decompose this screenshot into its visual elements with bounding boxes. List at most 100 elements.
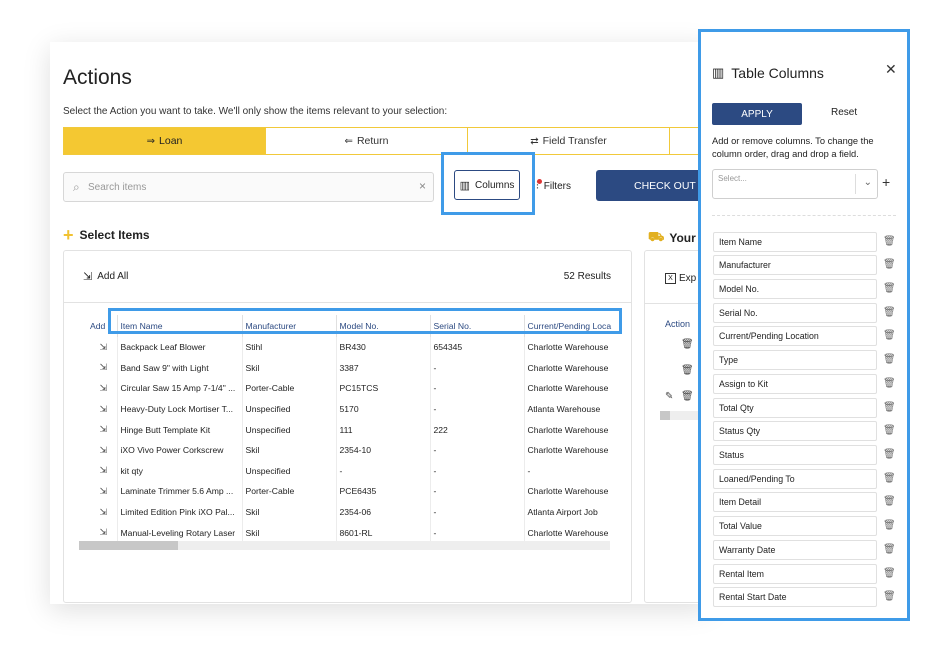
table-row: ⇲ Laminate Trimmer 5.6 Amp ... Porter-Ca…	[87, 481, 612, 502]
add-item-icon[interactable]: ⇲	[87, 357, 118, 379]
trash-icon[interactable]: 🗑	[883, 591, 896, 602]
column-field[interactable]: Warranty Date	[713, 540, 877, 560]
cell-model-no: 3387	[336, 357, 431, 379]
column-field[interactable]: Current/Pending Location	[713, 326, 877, 346]
filters-button[interactable]: ⫶ Filters	[536, 176, 571, 196]
filters-label: Filters	[543, 180, 571, 192]
stage: Actions Select the Action you want to ta…	[0, 0, 948, 662]
cell-model-no: 111	[336, 419, 431, 440]
select-items-label: Select Items	[79, 228, 150, 242]
column-field[interactable]: Status Qty	[713, 421, 877, 441]
columns-icon: ▥	[712, 65, 725, 80]
checkout-button[interactable]: CHECK OUT	[596, 170, 710, 201]
add-all-button[interactable]: ⇲ Add All	[83, 270, 128, 283]
cell-manufacturer: Stihl	[242, 337, 337, 358]
cell-serial-no: -	[430, 378, 525, 399]
select-placeholder: Select...	[718, 174, 747, 183]
export-button[interactable]: X Exp	[665, 273, 696, 284]
column-field[interactable]: Status	[713, 445, 877, 465]
add-item-icon[interactable]: ⇲	[87, 337, 118, 358]
page-subtitle: Select the Action you want to take. We'l…	[63, 106, 448, 117]
column-field[interactable]: Total Value	[713, 516, 877, 536]
add-item-icon[interactable]: ⇲	[87, 378, 118, 399]
add-item-icon[interactable]: ⇲	[87, 460, 118, 482]
edit-icon[interactable]: ✎	[665, 391, 673, 402]
clear-icon[interactable]: ×	[419, 179, 426, 193]
cell-serial-no: -	[430, 357, 525, 379]
column-field[interactable]: Assign to Kit	[713, 374, 877, 394]
add-item-icon[interactable]: ⇲	[87, 481, 118, 502]
table-row: ⇲ Hinge Butt Template Kit Unspecified 11…	[87, 419, 612, 440]
tab-label: Return	[356, 135, 389, 147]
trash-icon[interactable]: 🗑	[883, 496, 896, 507]
cell-serial-no: -	[430, 501, 525, 523]
trash-icon[interactable]: 🗑	[883, 236, 896, 247]
cart-icon: ⛟	[648, 229, 665, 244]
horizontal-scrollbar[interactable]	[79, 541, 610, 550]
trash-icon[interactable]: 🗑	[883, 307, 896, 318]
scrollbar-thumb[interactable]	[79, 541, 178, 550]
columns-highlight	[441, 152, 535, 215]
column-field[interactable]: Rental Start Date	[713, 587, 877, 607]
search-input[interactable]	[88, 178, 408, 196]
select-items-title: + Select Items	[63, 226, 150, 244]
cell-model-no: PCE6435	[336, 481, 431, 502]
close-icon[interactable]: ✕	[885, 61, 897, 78]
trash-icon[interactable]: 🗑	[883, 425, 896, 436]
column-field[interactable]: Model No.	[713, 279, 877, 299]
add-column-icon[interactable]: +	[882, 174, 890, 190]
add-item-icon[interactable]: ⇲	[87, 439, 118, 461]
cell-model-no: BR430	[336, 337, 431, 358]
add-item-icon[interactable]: ⇲	[87, 419, 118, 440]
column-field[interactable]: Type	[713, 350, 877, 370]
cell-manufacturer: Unspecified	[242, 398, 337, 420]
column-field[interactable]: Manufacturer	[713, 255, 877, 275]
trash-icon[interactable]: 🗑	[681, 365, 694, 376]
scrollbar-thumb[interactable]	[660, 411, 670, 420]
column-field[interactable]: Item Detail	[713, 492, 877, 512]
cell-model-no: 2354-06	[336, 501, 431, 523]
trash-icon[interactable]: 🗑	[883, 568, 896, 579]
trash-icon[interactable]: 🗑	[883, 259, 896, 270]
column-field[interactable]: Loaned/Pending To	[713, 469, 877, 489]
tab-loan[interactable]: ⇒ Loan	[64, 128, 266, 154]
column-field[interactable]: Total Qty	[713, 398, 877, 418]
trash-icon[interactable]: 🗑	[883, 402, 896, 413]
table-columns-panel: ▥ Table Columns ✕ APPLY Reset Add or rem…	[706, 55, 902, 615]
column-select[interactable]: Select... ⌄	[712, 169, 878, 199]
trash-icon[interactable]: 🗑	[883, 283, 896, 294]
apply-button[interactable]: APPLY	[712, 103, 802, 125]
add-item-icon[interactable]: ⇲	[87, 398, 118, 420]
reset-button[interactable]: Reset	[831, 107, 857, 118]
table-row: ⇲ kit qty Unspecified - - -	[87, 460, 612, 482]
trash-icon[interactable]: 🗑	[681, 339, 694, 350]
trash-icon[interactable]: 🗑	[883, 473, 896, 484]
table-row: ⇲ Backpack Leaf Blower Stihl BR430 65434…	[87, 337, 612, 358]
trash-icon[interactable]: 🗑	[681, 391, 694, 402]
table-columns-label: Table Columns	[731, 65, 824, 81]
items-table: Add Item Name Manufacturer Model No. Ser…	[87, 315, 612, 543]
column-field[interactable]: Item Name	[713, 232, 877, 252]
action-column-header: Action	[665, 319, 691, 329]
cell-item-name: Manual-Leveling Rotary Laser	[117, 522, 243, 543]
trash-icon[interactable]: 🗑	[883, 544, 896, 555]
add-item-icon[interactable]: ⇲	[87, 522, 118, 543]
column-field[interactable]: Serial No.	[713, 303, 877, 323]
cell-model-no: 8601-RL	[336, 522, 431, 543]
cell-location: Charlotte Warehouse	[527, 527, 609, 538]
export-label: Exp	[679, 273, 697, 284]
cell-manufacturer: Skil	[242, 439, 337, 461]
tab-return[interactable]: ⇐ Return	[266, 128, 468, 154]
trash-icon[interactable]: 🗑	[883, 520, 896, 531]
add-item-icon[interactable]: ⇲	[87, 501, 118, 523]
column-field[interactable]: Rental Item	[713, 564, 877, 584]
trash-icon[interactable]: 🗑	[883, 330, 896, 341]
cell-model-no: -	[336, 460, 431, 482]
trash-icon[interactable]: 🗑	[883, 378, 896, 389]
chevron-down-icon[interactable]: ⌄	[864, 177, 872, 188]
tab-field-transfer[interactable]: ⇄ Field Transfer	[468, 128, 670, 154]
cell-item-name: iXO Vivo Power Corkscrew	[117, 439, 243, 461]
trash-icon[interactable]: 🗑	[883, 354, 896, 365]
table-row: ⇲ iXO Vivo Power Corkscrew Skil 2354-10 …	[87, 439, 612, 461]
trash-icon[interactable]: 🗑	[883, 449, 896, 460]
